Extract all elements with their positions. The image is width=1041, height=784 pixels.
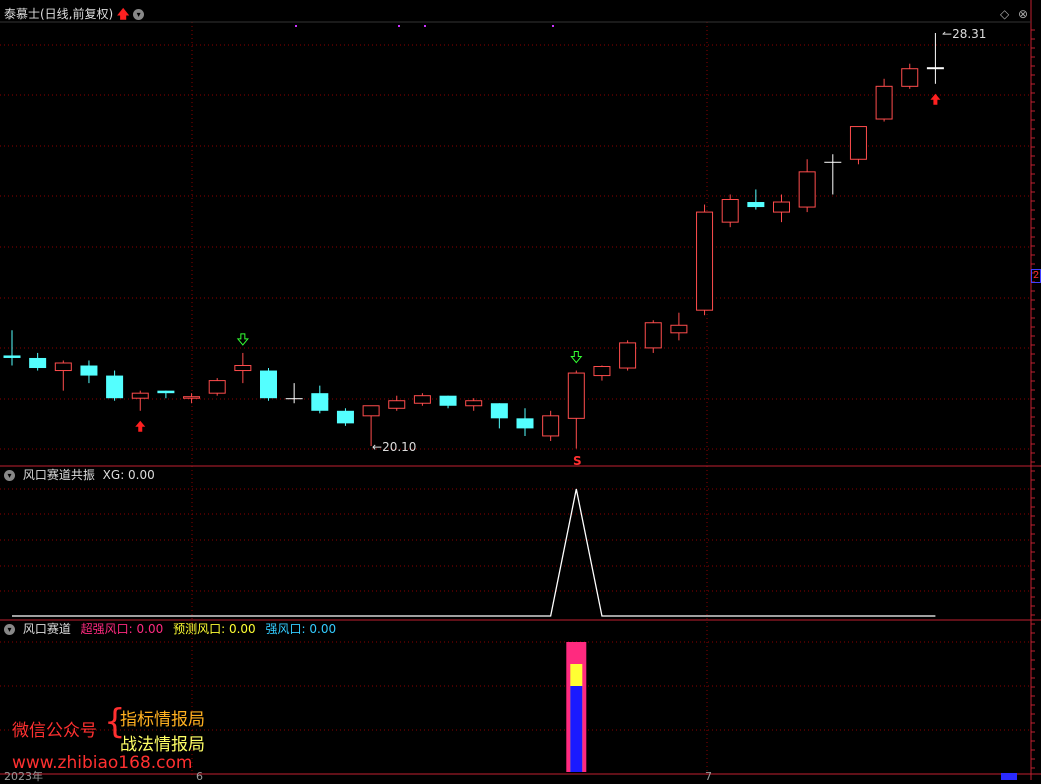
dropdown-icon[interactable]: ▾ — [4, 624, 15, 635]
year-label: 2023年 — [4, 770, 43, 783]
dropdown-icon[interactable]: ▾ — [4, 470, 15, 481]
wechat-label: 微信公众号 — [12, 721, 97, 741]
indicator2-name[interactable]: 风口赛道 — [23, 622, 71, 636]
diamond-icon[interactable]: ◇ — [1000, 7, 1009, 21]
candle-body — [490, 403, 508, 419]
green-down-arrow-icon — [236, 333, 249, 346]
dropdown-icon[interactable]: ▾ — [133, 9, 145, 20]
indicator2-item-label: 预测风口: — [173, 622, 226, 636]
candle-body — [106, 375, 124, 399]
candle-body — [516, 418, 534, 429]
red-up-arrow-icon — [930, 93, 941, 105]
indicator1-values: XG: 0.00 — [102, 468, 155, 482]
candle-body — [747, 202, 765, 208]
kline-chart-area[interactable] — [0, 0, 1041, 780]
candle-body — [157, 390, 175, 394]
candle-body — [131, 392, 149, 399]
stock-title[interactable]: 泰慕士(日线,前复权) — [4, 7, 113, 21]
candle-body — [183, 396, 201, 399]
candle-body — [593, 366, 611, 377]
candle-body — [542, 415, 560, 437]
month-label: 6 — [196, 770, 203, 783]
signal-dot — [552, 25, 554, 27]
candle-body — [413, 395, 431, 404]
arrow-to-low-icon: ← — [372, 440, 383, 454]
candle-body — [362, 405, 380, 417]
indicator1-header: ▾ 风口赛道共振 XG: 0.00 — [4, 467, 155, 483]
candle-body — [80, 365, 98, 376]
green-down-arrow-icon — [570, 351, 583, 364]
candle-body — [285, 398, 303, 400]
candle-body — [773, 201, 790, 213]
candle-body — [260, 370, 277, 399]
signal-dot — [424, 25, 426, 27]
candle-body — [875, 85, 893, 120]
candle-body — [619, 342, 637, 369]
red-up-arrow-icon: 🡅 — [117, 7, 130, 21]
indicator2-item-label: 超强风口: — [80, 622, 133, 636]
arrow-to-high-icon: ↼ — [942, 27, 953, 41]
watermark-line1: 指标情报局 — [120, 710, 205, 730]
candle-body — [644, 322, 662, 349]
candle-body — [54, 362, 72, 372]
red-up-arrow-icon — [135, 420, 146, 432]
candle-body — [336, 410, 354, 424]
price-low-label: ←20.10 — [372, 440, 417, 454]
signal-s-label: S — [573, 454, 582, 468]
candle-body — [696, 211, 714, 311]
scroll-marker — [1001, 773, 1017, 780]
candle-body — [721, 199, 739, 223]
candle-body — [29, 357, 47, 369]
right-axis-marker: 2 — [1031, 269, 1041, 283]
month-label: 7 — [705, 770, 712, 783]
close-circle-icon[interactable]: ⊗ — [1018, 7, 1028, 21]
signal-dot — [295, 25, 297, 27]
signal-dot — [398, 25, 400, 27]
candle-body — [388, 400, 406, 409]
indicator2-item-value: 0.00 — [228, 622, 256, 636]
chart-header: 泰慕士(日线,前复权) 🡅 ▾ — [4, 6, 148, 22]
candle-body — [849, 126, 867, 160]
candle-body — [824, 161, 842, 163]
candle-body — [926, 67, 944, 70]
candle-body — [901, 68, 919, 87]
indicator2-item-label: 强风口: — [265, 622, 306, 636]
xg-line — [12, 488, 936, 617]
indicator2-item-value: 0.00 — [136, 622, 164, 636]
candle-body — [670, 324, 688, 334]
candle-body — [234, 365, 252, 372]
price-high-label: ↼28.31 — [942, 27, 987, 41]
indicator2-header: ▾ 风口赛道 超强风口: 0.00 预测风口: 0.00 强风口: 0.00 — [4, 621, 336, 637]
candle-body — [311, 393, 329, 411]
candle-body — [567, 372, 585, 419]
indicator1-name[interactable]: 风口赛道共振 — [23, 468, 95, 482]
indicator2-item-value: 0.00 — [309, 622, 337, 636]
candle-body — [3, 355, 21, 358]
watermark-line2: 战法情报局 — [120, 735, 205, 755]
candle-body — [798, 171, 816, 208]
candle-body — [465, 400, 483, 407]
candle-body — [439, 395, 457, 406]
feng-kou-bar — [570, 686, 583, 772]
candle-body — [208, 380, 226, 394]
